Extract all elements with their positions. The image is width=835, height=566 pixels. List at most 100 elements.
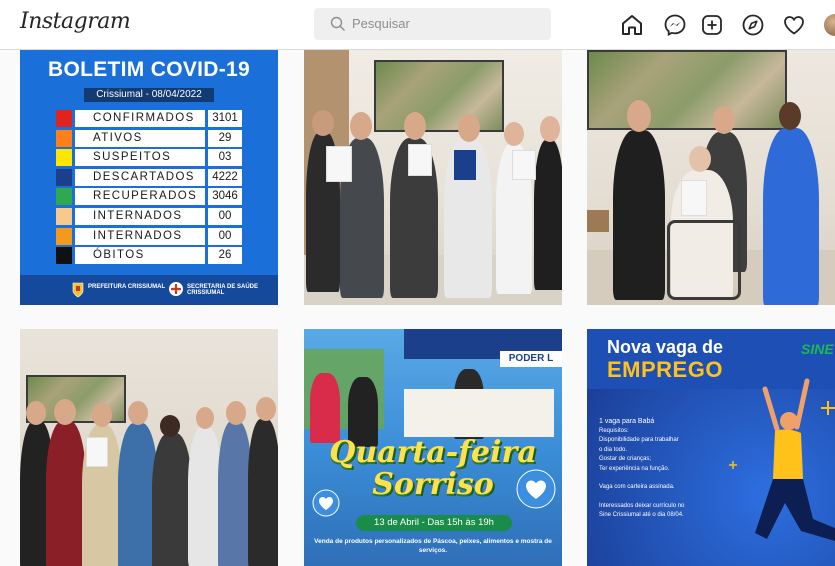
person-head bbox=[458, 114, 480, 142]
job-spacer bbox=[599, 493, 749, 502]
activity-heart-icon[interactable] bbox=[782, 13, 806, 37]
person-head bbox=[196, 407, 214, 429]
color-swatch bbox=[56, 129, 72, 147]
book bbox=[454, 150, 476, 180]
job-details: 1 vaga para Babá Requisitos: Disponibili… bbox=[599, 417, 749, 521]
person bbox=[248, 419, 278, 566]
row-value: 4222 bbox=[208, 168, 242, 186]
job-line: 1 vaga para Babá bbox=[599, 418, 655, 425]
title-line-1: Quarta-feira bbox=[329, 435, 537, 470]
job-line: Vaga com carteira assinada. bbox=[599, 484, 675, 490]
wheelchair bbox=[667, 220, 741, 300]
row-value: 03 bbox=[208, 149, 242, 167]
search-icon bbox=[330, 16, 345, 31]
job-spacer bbox=[599, 474, 749, 483]
person bbox=[152, 433, 192, 566]
post-group-photo-wheelchair[interactable] bbox=[587, 50, 835, 305]
post-quarta-feira-sorriso[interactable]: PODER L Quarta-feira Sorriso 13 de Abril… bbox=[304, 329, 562, 566]
person-head bbox=[128, 401, 148, 425]
city-crest-icon bbox=[72, 282, 84, 298]
footer-prefeitura: PREFEITURA CRISSIUMAL bbox=[88, 284, 166, 290]
profile-avatar[interactable] bbox=[824, 14, 835, 36]
person-head bbox=[689, 146, 711, 172]
row-value: 3101 bbox=[208, 110, 242, 127]
bulletin-date: Crissiumal - 08/04/2022 bbox=[84, 88, 214, 102]
person bbox=[46, 421, 86, 566]
row-label: SUSPEITOS bbox=[75, 149, 205, 167]
color-swatch bbox=[56, 110, 72, 127]
search-box[interactable]: Pesquisar bbox=[314, 8, 551, 40]
person-head bbox=[312, 110, 334, 136]
post-nova-vaga-emprego[interactable]: Nova vaga de EMPREGO SINE 1 vaga para Ba… bbox=[587, 329, 835, 566]
row-value: 26 bbox=[208, 247, 242, 265]
job-line: Gostar de crianças; bbox=[599, 456, 652, 462]
person-head bbox=[504, 122, 524, 146]
person-head bbox=[713, 106, 735, 134]
bulletin-title: BOLETIM COVID-19 bbox=[48, 58, 250, 81]
row-label: INTERNADOS bbox=[75, 207, 205, 225]
explore-icon[interactable] bbox=[741, 13, 765, 37]
market-table bbox=[404, 389, 554, 437]
person-head bbox=[92, 403, 112, 427]
row-value: 00 bbox=[208, 207, 242, 225]
bulletin-row-internados-uti: INTERNADOS UTI 00 bbox=[56, 227, 242, 259]
person-head bbox=[26, 401, 46, 425]
person-head bbox=[54, 399, 76, 425]
instagram-logo[interactable]: Instagram bbox=[20, 9, 131, 34]
row-label: ATIVOS bbox=[75, 129, 205, 147]
certificate-paper bbox=[408, 144, 432, 176]
person bbox=[613, 130, 665, 300]
person bbox=[763, 128, 819, 305]
job-line: Interessados deixar currículo no bbox=[599, 502, 685, 509]
person bbox=[310, 373, 340, 443]
row-label: INTERNADOS UTI bbox=[75, 227, 205, 259]
person-head bbox=[627, 100, 651, 132]
job-line: Sine Crissiumal até o dia 08/04. bbox=[599, 512, 684, 518]
bulletin-row-obitos: ÓBITOS 26 bbox=[56, 247, 242, 265]
bulletin-row-ativos: ATIVOS 29 bbox=[56, 129, 242, 147]
person-head bbox=[350, 112, 372, 140]
person-head bbox=[256, 397, 276, 421]
person-head bbox=[160, 415, 180, 437]
sine-logo: SINE bbox=[801, 341, 834, 357]
bulletin-row-descartados: DESCARTADOS 4222 bbox=[56, 168, 242, 186]
messenger-icon[interactable] bbox=[663, 13, 687, 37]
color-swatch bbox=[56, 207, 72, 225]
happy-person-illustration bbox=[755, 378, 835, 541]
person-head bbox=[404, 112, 426, 140]
job-line: Disponibilidade para trabalhar bbox=[599, 437, 679, 443]
row-label: CONFIRMADOS bbox=[75, 110, 205, 127]
sparkle-icon bbox=[729, 461, 737, 469]
health-secretary-logo bbox=[169, 282, 183, 296]
wall-aerial-map bbox=[374, 60, 504, 132]
new-post-icon[interactable] bbox=[700, 13, 724, 37]
post-covid-bulletin[interactable]: BOLETIM COVID-19 Crissiumal - 08/04/2022… bbox=[20, 50, 278, 305]
person-head bbox=[779, 102, 801, 130]
date-badge: 13 de Abril - Das 15h às 19h bbox=[356, 515, 512, 531]
certificate-paper bbox=[512, 150, 536, 180]
building-sign: PODER L bbox=[500, 351, 562, 367]
person bbox=[218, 421, 252, 566]
post-footer: Venda de produtos personalizados de Pásc… bbox=[314, 538, 552, 554]
color-swatch bbox=[56, 227, 72, 245]
desk bbox=[587, 210, 609, 232]
heart-bubble-icon bbox=[516, 469, 556, 509]
row-label: ÓBITOS bbox=[75, 247, 205, 265]
footer-secretaria: SECRETARIA DE SAÚDE CRISSIUMAL bbox=[187, 284, 259, 296]
bulletin-footer: PREFEITURA CRISSIUMAL SECRETARIA DE SAÚD… bbox=[20, 275, 278, 305]
person bbox=[534, 140, 562, 290]
post-large-group-photo[interactable] bbox=[20, 329, 278, 566]
top-navigation-bar: Instagram Pesquisar bbox=[0, 0, 835, 50]
row-label: DESCARTADOS bbox=[75, 168, 205, 186]
row-value: 29 bbox=[208, 129, 242, 147]
post-group-photo-certificates[interactable] bbox=[304, 50, 562, 305]
post-title-line-2: EMPREGO bbox=[607, 357, 723, 382]
home-icon[interactable] bbox=[620, 13, 644, 37]
person-head bbox=[540, 116, 560, 142]
color-swatch bbox=[56, 149, 72, 167]
search-placeholder: Pesquisar bbox=[352, 16, 410, 31]
person-head bbox=[226, 401, 246, 425]
bulletin-row-internados: INTERNADOS 00 bbox=[56, 207, 242, 225]
row-value: 00 bbox=[208, 227, 242, 245]
job-line: Requisitos: bbox=[599, 427, 629, 434]
